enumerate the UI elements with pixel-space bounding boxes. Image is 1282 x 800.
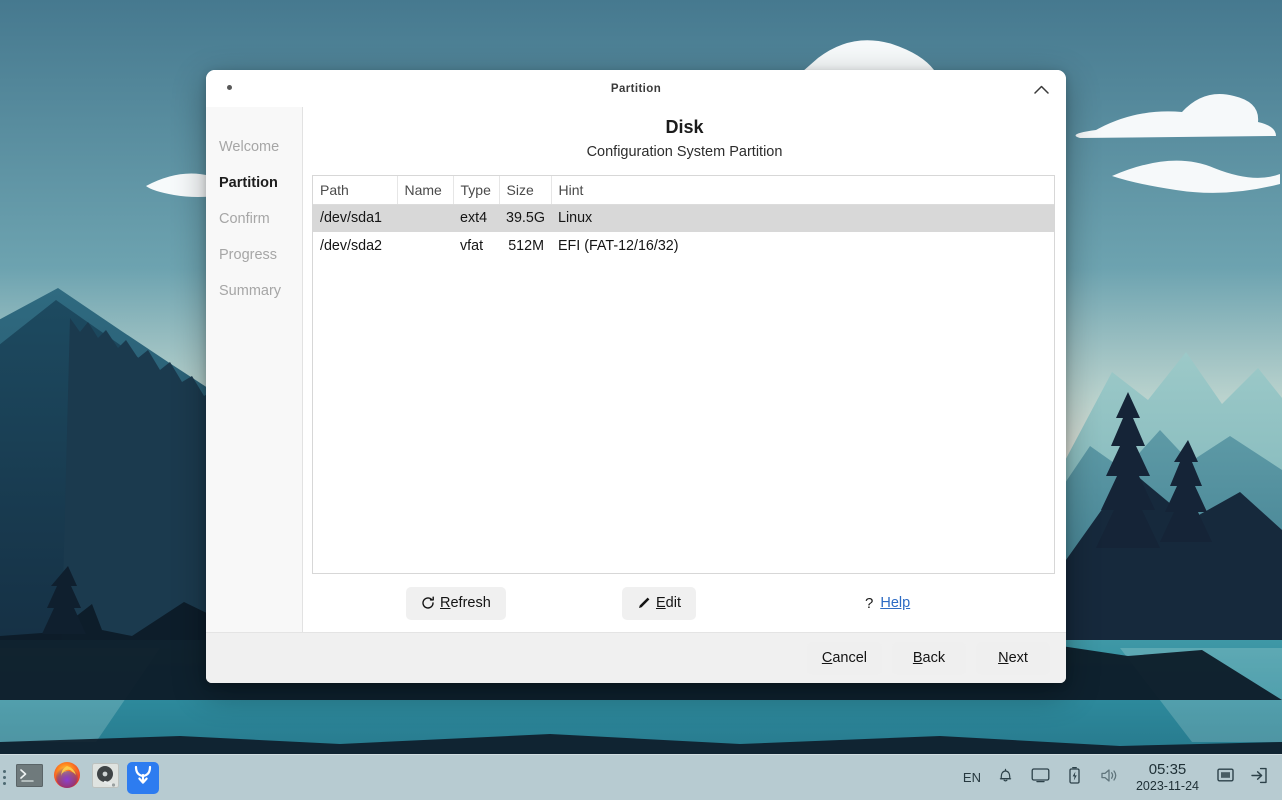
table-row[interactable]: /dev/sda1 ext4 39.5G Linux — [313, 204, 1054, 232]
help-label: elp — [891, 595, 910, 611]
clock-time: 05:35 — [1149, 762, 1187, 779]
launcher-installer[interactable] — [127, 762, 159, 794]
edit-mnemonic: E — [656, 595, 666, 611]
cell-type: vfat — [453, 232, 499, 260]
cancel-label: ancel — [832, 650, 867, 666]
back-button[interactable]: Back — [892, 642, 966, 675]
window-menu-dot[interactable] — [227, 85, 232, 90]
taskbar-drag-handle[interactable] — [0, 755, 9, 800]
notifications-button[interactable] — [989, 755, 1023, 800]
table-row[interactable]: /dev/sda2 vfat 512M EFI (FAT-12/16/32) — [313, 232, 1054, 260]
taskbar-launchers — [9, 762, 159, 794]
cancel-mnemonic: C — [822, 650, 832, 666]
cell-size: 512M — [499, 232, 551, 260]
sidebar-item-partition[interactable]: Partition — [206, 165, 302, 201]
dialog-content: Disk Configuration System Partition Path… — [303, 107, 1066, 632]
column-header-path[interactable]: Path — [313, 176, 397, 204]
cell-size: 39.5G — [499, 204, 551, 232]
partition-table: Path Name Type Size Hint /dev/sda1 ext4 — [313, 176, 1054, 260]
window-titlebar[interactable]: Partition — [206, 70, 1066, 107]
chevron-up-icon[interactable] — [1031, 79, 1051, 99]
window-title: Partition — [611, 83, 661, 95]
sidebar-item-summary[interactable]: Summary — [206, 273, 302, 309]
partition-table-container: Path Name Type Size Hint /dev/sda1 ext4 — [312, 175, 1055, 574]
page-header: Disk Configuration System Partition — [303, 107, 1066, 169]
installer-download-icon — [131, 763, 155, 792]
refresh-icon — [421, 596, 435, 610]
cell-name — [397, 204, 453, 232]
taskbar-tray: EN — [955, 755, 1282, 800]
cell-path: /dev/sda2 — [313, 232, 397, 260]
dialog-footer: Cancel Back Next — [206, 632, 1066, 683]
edit-button[interactable]: Edit — [622, 587, 696, 620]
table-header-row: Path Name Type Size Hint — [313, 176, 1054, 204]
column-header-size[interactable]: Size — [499, 176, 551, 204]
cell-path: /dev/sda1 — [313, 204, 397, 232]
battery-charging-icon — [1068, 766, 1081, 790]
battery-button[interactable] — [1058, 755, 1092, 800]
question-mark-icon: ? — [865, 595, 873, 612]
next-label: ext — [1009, 650, 1028, 666]
volume-button[interactable] — [1092, 755, 1127, 800]
taskbar: EN — [0, 754, 1282, 800]
display-button[interactable] — [1023, 755, 1058, 800]
terminal-icon — [16, 764, 43, 792]
next-button[interactable]: Next — [976, 642, 1050, 675]
launcher-disk-utility[interactable] — [89, 762, 121, 794]
back-mnemonic: B — [913, 650, 923, 666]
monitor-icon — [1031, 767, 1050, 788]
launcher-terminal[interactable] — [13, 762, 45, 794]
keyboard-layout-indicator[interactable]: EN — [955, 755, 989, 800]
help-link[interactable]: Help — [880, 595, 910, 611]
wizard-step-sidebar: Welcome Partition Confirm Progress Summa… — [206, 107, 303, 632]
cancel-button[interactable]: Cancel — [807, 642, 882, 675]
cell-type: ext4 — [453, 204, 499, 232]
help-mnemonic: H — [880, 595, 890, 611]
cell-name — [397, 232, 453, 260]
cell-hint: Linux — [551, 204, 1054, 232]
screen-settings-button[interactable] — [1208, 755, 1242, 800]
partition-dialog: Partition Welcome Partition Confirm Prog… — [206, 70, 1066, 683]
back-label: ack — [923, 650, 946, 666]
column-header-type[interactable]: Type — [453, 176, 499, 204]
sidebar-item-welcome[interactable]: Welcome — [206, 129, 302, 165]
sidebar-item-progress[interactable]: Progress — [206, 237, 302, 273]
hard-disk-icon — [92, 763, 119, 793]
help-group: ? Help — [865, 595, 910, 612]
refresh-label: efresh — [450, 595, 490, 611]
refresh-button[interactable]: Refresh — [406, 587, 506, 620]
clock-date: 2023-11-24 — [1136, 779, 1199, 793]
next-mnemonic: N — [998, 650, 1008, 666]
edit-label: dit — [666, 595, 681, 611]
speaker-icon — [1100, 767, 1119, 789]
bell-icon — [997, 767, 1014, 789]
page-title: Disk — [303, 117, 1066, 138]
page-subtitle: Configuration System Partition — [303, 144, 1066, 160]
firefox-icon — [53, 762, 81, 794]
sidebar-item-confirm[interactable]: Confirm — [206, 201, 302, 237]
pencil-icon — [637, 596, 651, 610]
refresh-mnemonic: R — [440, 595, 450, 611]
action-row: Refresh Edit ? Help — [303, 574, 1066, 632]
launcher-firefox[interactable] — [51, 762, 83, 794]
screen-icon — [1217, 768, 1234, 787]
column-header-hint[interactable]: Hint — [551, 176, 1054, 204]
logout-button[interactable] — [1242, 755, 1276, 800]
logout-icon — [1250, 767, 1268, 789]
column-header-name[interactable]: Name — [397, 176, 453, 204]
clock[interactable]: 05:35 2023-11-24 — [1127, 755, 1208, 800]
cell-hint: EFI (FAT-12/16/32) — [551, 232, 1054, 260]
